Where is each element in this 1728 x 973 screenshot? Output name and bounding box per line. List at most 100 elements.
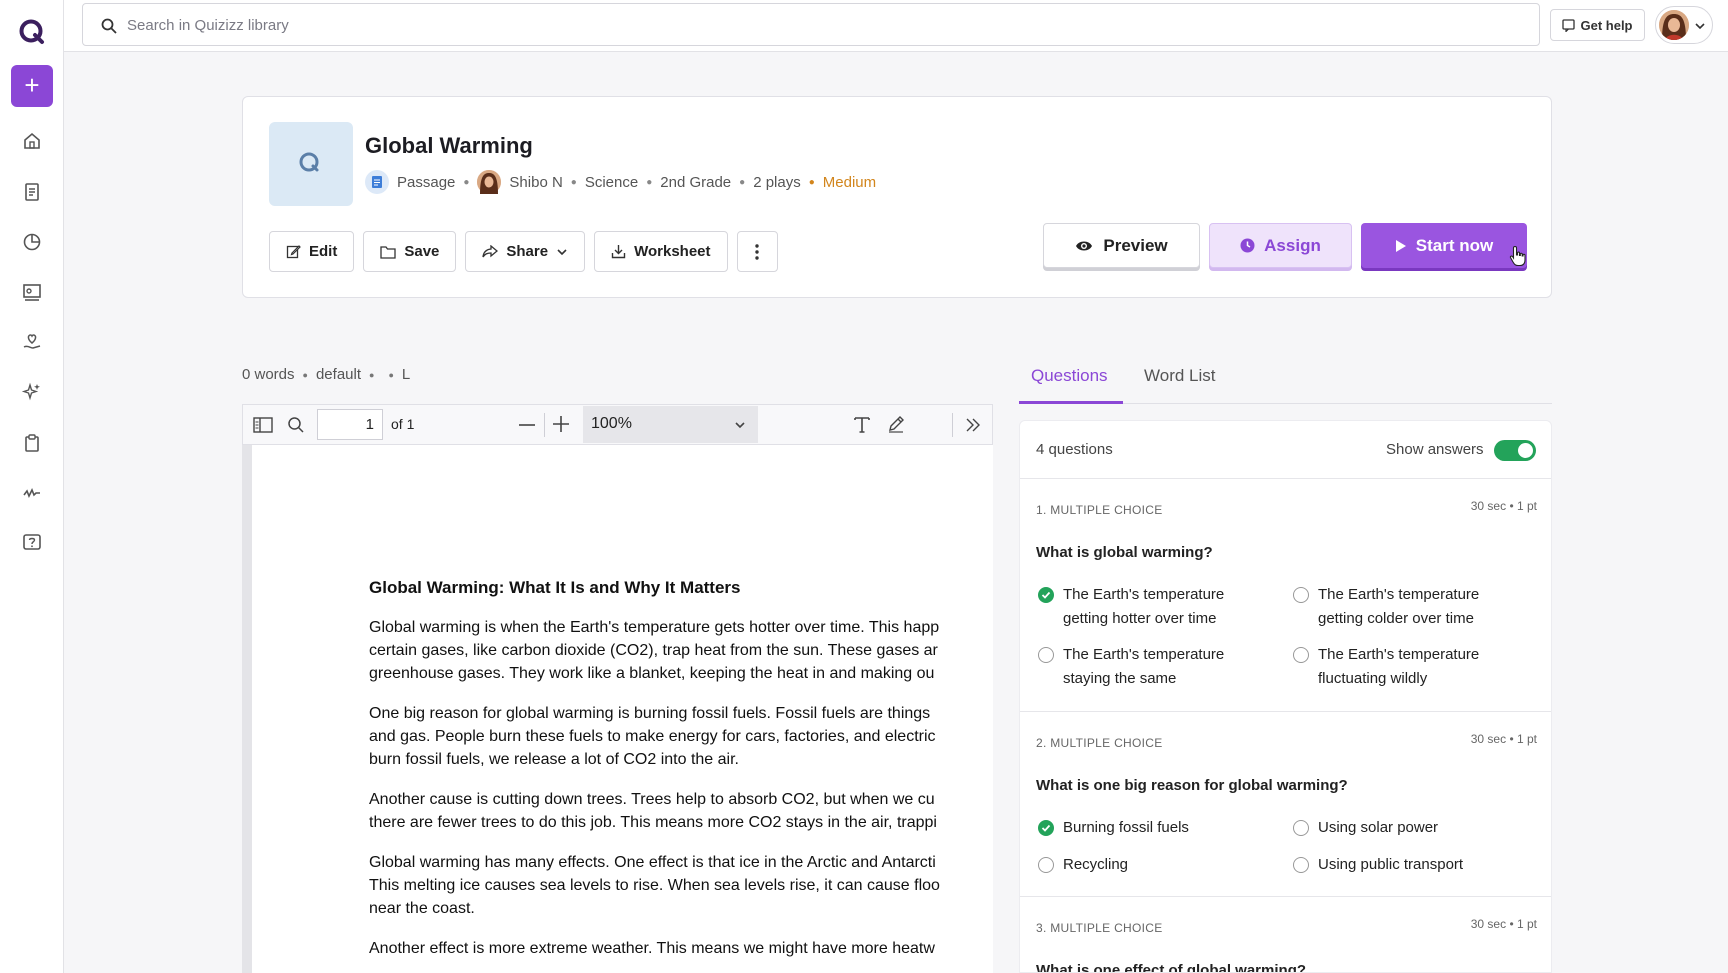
quiz-plays: 2 plays — [753, 173, 801, 191]
folder-icon — [380, 245, 396, 259]
quizizz-logo[interactable] — [18, 18, 46, 46]
more-options-button[interactable] — [736, 231, 778, 272]
answer-option: Recycling — [1036, 853, 1266, 877]
quiz-header-card: Global Warming Passage ● Shibo N ● Scien… — [242, 96, 1552, 298]
zoom-value: 100% — [591, 415, 632, 432]
share-icon — [482, 244, 499, 257]
edit-button[interactable]: Edit — [269, 231, 355, 272]
quiz-title: Global Warming — [365, 133, 533, 158]
get-help-button[interactable]: Get help — [1550, 9, 1645, 41]
show-answers-toggle[interactable] — [1494, 440, 1536, 461]
word-count: 0 words — [242, 366, 295, 383]
pen-tool-icon[interactable] — [887, 415, 905, 433]
quiz-subject: Science — [584, 173, 639, 191]
signature-icon[interactable] — [21, 482, 43, 504]
answer-option: The Earth's temperature fluctuating wild… — [1291, 643, 1521, 691]
question-type: 3. MULTIPLE CHOICE — [1036, 921, 1163, 935]
answer-option: Burning fossil fuels — [1036, 816, 1266, 840]
preview-button[interactable]: Preview — [1043, 223, 1200, 268]
double-chevron-right-icon[interactable] — [965, 417, 981, 433]
passage-paragraph: One big reason for global warming is bur… — [369, 705, 936, 768]
chevron-down-icon — [735, 422, 745, 429]
question-meta: 30 sec • 1 pt — [1470, 732, 1537, 746]
sidebar-toggle-icon[interactable] — [253, 416, 273, 434]
questions-header: 4 questions Show answers — [1020, 421, 1551, 479]
page-number-input[interactable]: 1 — [317, 409, 383, 440]
chevron-down-icon — [1695, 23, 1705, 30]
radio-icon — [1293, 587, 1309, 603]
quiz-author[interactable]: Shibo N — [509, 174, 562, 191]
passage-icon — [365, 170, 389, 194]
more-vertical-icon — [755, 243, 759, 260]
worksheet-button[interactable]: Worksheet — [594, 231, 728, 272]
share-label: Share — [506, 243, 549, 260]
library-icon[interactable] — [21, 181, 43, 203]
search-input[interactable]: Search in Quizizz library — [82, 3, 1540, 46]
question-text: What is one big reason for global warmin… — [1036, 777, 1348, 794]
help-chat-icon — [1562, 18, 1576, 32]
reports-icon[interactable] — [21, 231, 43, 253]
search-icon[interactable] — [287, 416, 305, 434]
passage-document: Global Warming: What It Is and Why It Ma… — [369, 578, 993, 973]
assign-button[interactable]: Assign — [1209, 223, 1352, 268]
zoom-out-icon[interactable] — [519, 424, 535, 426]
sidebar: + — [0, 0, 64, 973]
profile-menu[interactable] — [1655, 6, 1713, 44]
chevron-down-icon — [557, 248, 567, 255]
preview-label: Preview — [1103, 235, 1168, 255]
passage-paragraph: Global warming is when the Earth's tempe… — [369, 619, 940, 682]
assign-label: Assign — [1264, 235, 1321, 255]
passage-heading: Global Warming: What It Is and Why It Ma… — [369, 578, 741, 597]
font-style: default — [315, 366, 362, 383]
share-button[interactable]: Share — [465, 231, 586, 272]
passage-paragraph: Another effect is more extreme weather. … — [369, 940, 935, 957]
worksheet-label: Worksheet — [634, 243, 711, 260]
create-button[interactable]: + — [11, 65, 53, 107]
answer-option: The Earth's temperature getting hotter o… — [1036, 583, 1266, 631]
start-now-label: Start now — [1415, 235, 1494, 255]
radio-icon — [1038, 857, 1054, 873]
ai-sparkle-icon[interactable] — [21, 381, 43, 403]
radio-icon — [1293, 857, 1309, 873]
tab-word-list[interactable]: Word List — [1144, 366, 1216, 386]
page-total: of 1 — [391, 416, 415, 432]
accommodations-icon[interactable] — [21, 331, 43, 353]
clipboard-icon[interactable] — [21, 432, 43, 454]
author-avatar — [477, 170, 502, 194]
save-label: Save — [404, 243, 440, 260]
text-tool-icon[interactable] — [853, 415, 871, 433]
font-size: L — [401, 366, 411, 383]
top-bar: Search in Quizizz library Get help — [64, 0, 1728, 52]
zoom-in-icon[interactable] — [553, 416, 569, 432]
search-placeholder: Search in Quizizz library — [127, 17, 289, 34]
radio-icon — [1293, 647, 1309, 663]
zoom-select[interactable]: 100% — [583, 406, 758, 443]
quiz-type: Passage — [397, 173, 456, 191]
help-icon[interactable] — [21, 532, 43, 554]
question-count: 4 questions — [1036, 441, 1113, 458]
save-button[interactable]: Save — [363, 231, 457, 272]
eye-icon — [1076, 241, 1093, 250]
quiz-meta: Passage ● Shibo N ● Science ● 2nd Grade … — [365, 170, 876, 194]
search-icon — [101, 18, 117, 34]
passage-paragraph: Global warming has many effects. One eff… — [369, 854, 940, 917]
download-icon — [611, 245, 626, 259]
quiz-toolbar: Edit Save Share Worksheet — [269, 231, 778, 272]
classes-icon[interactable] — [21, 281, 43, 303]
question-text: What is global warming? — [1036, 544, 1213, 561]
home-icon[interactable] — [21, 130, 43, 152]
question-meta: 30 sec • 1 pt — [1470, 499, 1537, 513]
passage-paragraph: Another cause is cutting down trees. Tre… — [369, 791, 937, 831]
edit-label: Edit — [309, 243, 338, 260]
pdf-toolbar: 1 of 1 100% — [242, 404, 993, 445]
tab-questions[interactable]: Questions — [1031, 366, 1108, 386]
question-card[interactable]: 2. MULTIPLE CHOICE 30 sec • 1 pt What is… — [1020, 712, 1551, 897]
show-answers-label: Show answers — [1386, 441, 1484, 458]
quiz-thumbnail — [269, 122, 353, 206]
question-card[interactable]: 1. MULTIPLE CHOICE 30 sec • 1 pt What is… — [1020, 479, 1551, 712]
start-now-button[interactable]: Start now — [1361, 223, 1527, 268]
answer-option: The Earth's temperature staying the same — [1036, 643, 1266, 691]
question-card[interactable]: 3. MULTIPLE CHOICE 30 sec • 1 pt What is… — [1020, 897, 1551, 972]
get-help-label: Get help — [1580, 17, 1633, 33]
clock-icon — [1240, 238, 1255, 253]
